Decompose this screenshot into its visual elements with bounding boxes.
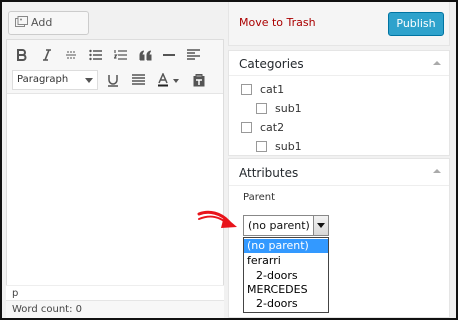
- checkbox[interactable]: [241, 122, 252, 133]
- chevron-down-icon: [85, 78, 93, 83]
- justify-icon[interactable]: [128, 70, 148, 90]
- collapse-icon[interactable]: [433, 61, 441, 65]
- categories-box: Categories cat1 sub1 cat2 sub1: [228, 50, 450, 156]
- paste-text-icon[interactable]: [189, 70, 209, 90]
- attributes-box: Attributes Parent (no parent) (no parent…: [228, 158, 450, 318]
- media-icon: [15, 16, 28, 27]
- parent-label: Parent: [243, 192, 276, 203]
- attributes-title: Attributes: [239, 166, 299, 180]
- editor-path: p: [6, 285, 224, 300]
- underline-icon[interactable]: [103, 70, 123, 90]
- italic-icon[interactable]: [37, 45, 57, 65]
- blockquote-icon[interactable]: [135, 45, 155, 65]
- category-list: cat1 sub1 cat2 sub1: [229, 77, 449, 157]
- category-label: cat2: [260, 121, 285, 134]
- checkbox[interactable]: [241, 84, 252, 95]
- align-left-icon[interactable]: [183, 45, 203, 65]
- publish-button[interactable]: Publish: [388, 12, 444, 36]
- chevron-down-icon: [317, 223, 325, 228]
- dropdown-option[interactable]: MERCEDES: [244, 283, 328, 297]
- move-to-trash-link[interactable]: Move to Trash: [239, 16, 316, 29]
- toolbar-row-1: [7, 42, 223, 68]
- attributes-header[interactable]: Attributes: [229, 159, 449, 186]
- red-arrow-icon: [197, 210, 237, 228]
- editor-toolbar: Paragraph: [7, 40, 223, 94]
- dropdown-button[interactable]: [313, 216, 328, 235]
- category-item[interactable]: sub1: [256, 102, 302, 115]
- category-item[interactable]: sub1: [256, 140, 302, 153]
- dropdown-option[interactable]: (no parent): [244, 239, 328, 253]
- add-media-button[interactable]: Add Media: [8, 11, 89, 51]
- category-item[interactable]: cat1: [241, 83, 284, 96]
- parent-select[interactable]: (no parent): [243, 215, 329, 236]
- strikethrough-icon[interactable]: [61, 45, 81, 65]
- category-item[interactable]: cat2: [241, 121, 284, 134]
- dropdown-option[interactable]: 2-doors: [244, 269, 328, 283]
- collapse-icon[interactable]: [433, 169, 441, 173]
- screenshot-frame: Add Media: [0, 0, 458, 320]
- publish-box: Move to Trash Publish: [228, 2, 450, 46]
- category-label: cat1: [260, 83, 285, 96]
- bullet-list-icon[interactable]: [85, 45, 105, 65]
- dropdown-option[interactable]: ferarri: [244, 254, 328, 268]
- editor-panel: Paragraph: [6, 39, 224, 318]
- toolbar-row-2: Paragraph: [7, 67, 223, 93]
- horizontal-rule-icon[interactable]: [159, 45, 179, 65]
- parent-select-value: (no parent): [248, 219, 310, 232]
- text-color-icon[interactable]: [154, 70, 184, 90]
- categories-title: Categories: [239, 57, 304, 71]
- dropdown-option[interactable]: 2-doors: [244, 297, 328, 311]
- word-count: Word count: 0: [6, 300, 224, 318]
- categories-header[interactable]: Categories: [229, 51, 449, 76]
- format-select-value: Paragraph: [17, 74, 69, 85]
- bold-icon[interactable]: [12, 45, 32, 65]
- editor-column: Add Media: [2, 2, 224, 318]
- sidebar: Move to Trash Publish Categories cat1 su…: [228, 2, 456, 318]
- category-label: sub1: [275, 102, 302, 115]
- category-label: sub1: [275, 140, 302, 153]
- checkbox[interactable]: [256, 141, 267, 152]
- format-select[interactable]: Paragraph: [12, 70, 98, 90]
- numbered-list-icon[interactable]: [110, 45, 130, 65]
- parent-dropdown-list: (no parent) ferarri 2-doors MERCEDES 2-d…: [243, 237, 329, 313]
- checkbox[interactable]: [256, 103, 267, 114]
